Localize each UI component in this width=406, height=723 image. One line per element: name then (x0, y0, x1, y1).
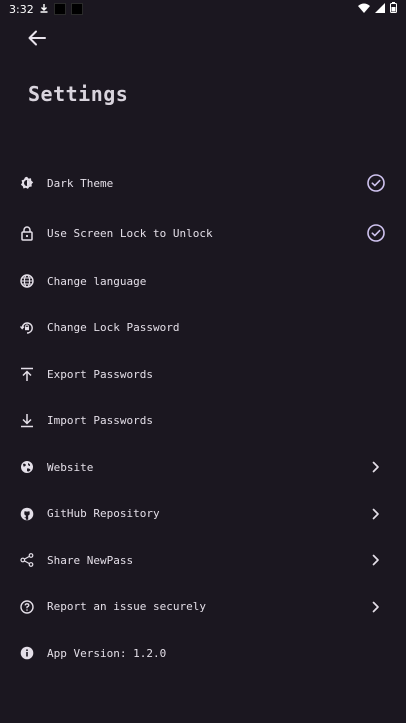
chevron-right-icon (366, 550, 386, 570)
status-time: 3:32 (9, 2, 34, 16)
check-circle-icon[interactable] (366, 173, 386, 193)
setting-change-lock-password[interactable]: Change Lock Password (0, 305, 406, 352)
page-title: Settings (28, 82, 129, 106)
setting-label: Share NewPass (47, 553, 134, 567)
setting-export-passwords[interactable]: Export Passwords (0, 351, 406, 398)
chevron-right-icon (366, 457, 386, 477)
status-left: 3:32 (9, 3, 83, 16)
setting-label: Change Lock Password (47, 321, 180, 335)
setting-label: Export Passwords (47, 367, 153, 381)
setting-label: Import Passwords (47, 414, 153, 428)
setting-label: Report an issue securely (47, 600, 206, 614)
notification-icon (53, 3, 66, 15)
share-icon (19, 552, 35, 568)
app-version-label: App Version: 1.2.0 (47, 646, 167, 660)
download-icon (19, 413, 35, 429)
globe-icon (19, 459, 35, 475)
globe-icon (19, 273, 35, 289)
lock-icon (19, 225, 35, 241)
settings-list: Dark Theme Use Screen Lock to Unlock Cha… (0, 158, 406, 677)
setting-import-passwords[interactable]: Import Passwords (0, 398, 406, 445)
download-icon (39, 3, 49, 16)
setting-label: Dark Theme (47, 176, 114, 190)
arrow-left-icon (28, 30, 46, 50)
back-button[interactable] (24, 27, 50, 53)
app-version: App Version: 1.2.0 (0, 630, 406, 677)
info-icon (19, 645, 35, 661)
status-bar: 3:32 (0, 0, 406, 18)
setting-change-language[interactable]: Change language (0, 258, 406, 305)
lock-reset-icon (19, 320, 35, 336)
setting-dark-theme[interactable]: Dark Theme (0, 158, 406, 208)
setting-share-newpass[interactable]: Share NewPass (0, 537, 406, 584)
contrast-icon (19, 175, 35, 191)
setting-github-repository[interactable]: GitHub Repository (0, 491, 406, 538)
setting-label: Change language (47, 274, 147, 288)
setting-screen-lock[interactable]: Use Screen Lock to Unlock (0, 208, 406, 258)
setting-label: Use Screen Lock to Unlock (47, 226, 213, 240)
status-right (358, 2, 397, 16)
help-circle-icon (19, 599, 35, 615)
settings-screen: 3:32 Settings Dark Theme Use Screen Lock… (0, 0, 406, 723)
setting-website[interactable]: Website (0, 444, 406, 491)
setting-report-issue[interactable]: Report an issue securely (0, 584, 406, 631)
notification-icon (70, 3, 83, 15)
check-circle-icon[interactable] (366, 223, 386, 243)
chevron-right-icon (366, 504, 386, 524)
upload-icon (19, 366, 35, 382)
battery-icon (390, 2, 397, 16)
setting-label: GitHub Repository (47, 507, 160, 521)
github-icon (19, 506, 35, 522)
chevron-right-icon (366, 597, 386, 617)
setting-label: Website (47, 460, 94, 474)
wifi-icon (358, 3, 370, 16)
signal-icon (375, 2, 385, 16)
